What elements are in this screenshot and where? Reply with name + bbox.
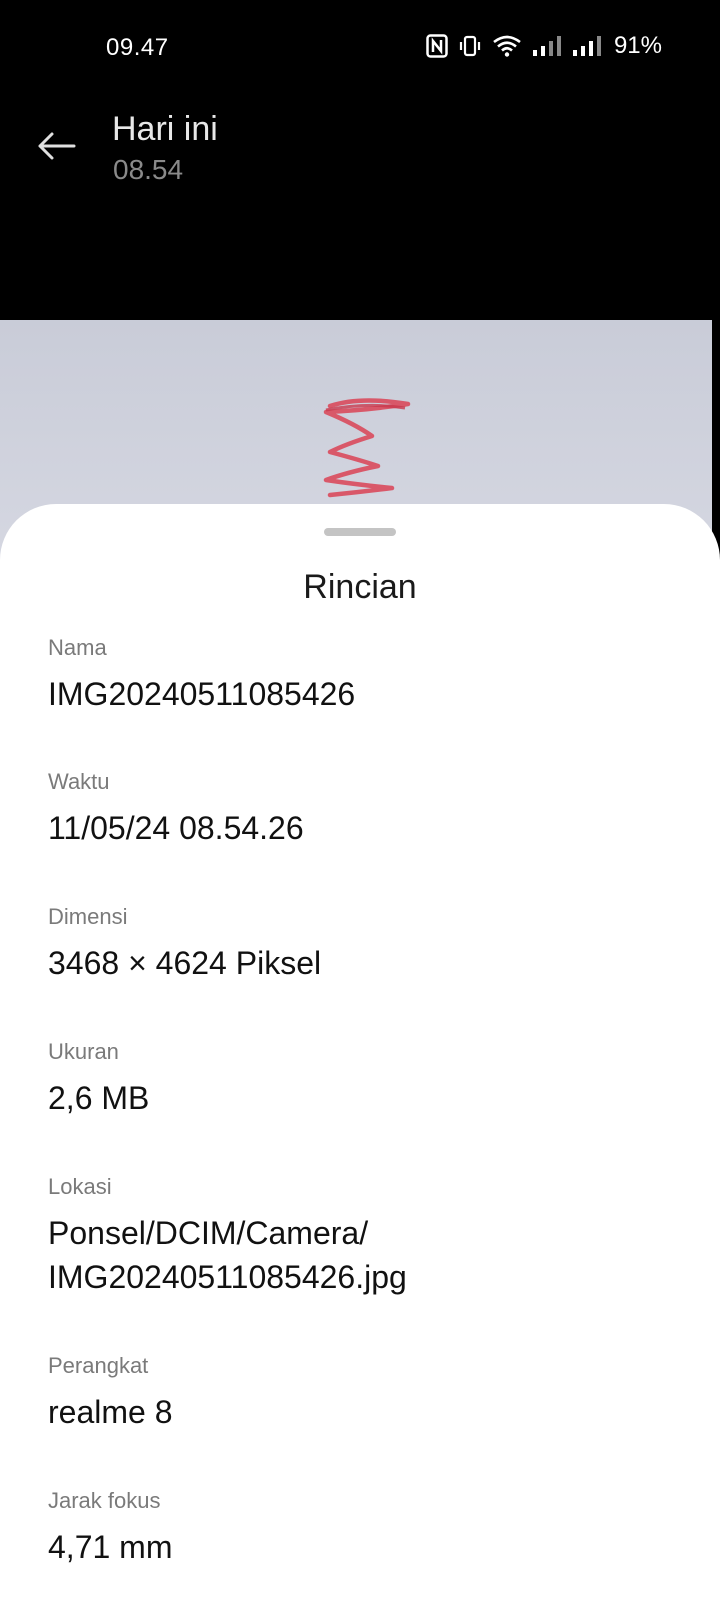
location-line: Ponsel/DCIM/Camera/	[48, 1215, 369, 1251]
battery-level: 91%	[613, 32, 662, 59]
field-location: Lokasi Ponsel/DCIM/Camera/ IMG2024051108…	[48, 1173, 668, 1299]
field-value: 2,6 MB	[48, 1080, 150, 1116]
screen: 09.47 91% Hari ini 08.54 Rincian Nama IM…	[0, 0, 720, 1600]
field-value: realme 8	[48, 1394, 173, 1430]
drag-handle[interactable]	[324, 528, 396, 536]
field-label: Jarak fokus	[48, 1488, 161, 1513]
field-value: IMG20240511085426	[48, 676, 356, 712]
field-value[interactable]: Ponsel/DCIM/Camera/ IMG20240511085426.jp…	[48, 1211, 668, 1299]
field-time: Waktu 11/05/24 08.54.26	[48, 768, 668, 850]
field-label: Dimensi	[48, 904, 128, 929]
nfc-icon	[426, 34, 448, 58]
vibrate-icon	[458, 34, 482, 58]
field-label: Perangkat	[48, 1353, 149, 1378]
field-label: Ukuran	[48, 1039, 119, 1064]
field-focal-length: Jarak fokus 4,71 mm	[48, 1487, 668, 1569]
signal-icon	[532, 34, 562, 58]
sheet-title: Rincian	[303, 568, 417, 606]
field-label: Waktu	[48, 769, 110, 794]
field-name: Nama IMG20240511085426	[48, 634, 668, 716]
status-bar: 09.47 91%	[0, 0, 720, 96]
status-time: 09.47	[106, 34, 169, 61]
field-dimension: Dimensi 3468 × 4624 Piksel	[48, 903, 668, 985]
header: Hari ini 08.54	[0, 96, 720, 320]
arrow-left-icon	[36, 130, 76, 167]
wifi-icon	[492, 34, 522, 58]
field-value: 3468 × 4624 Piksel	[48, 945, 322, 981]
back-button[interactable]	[28, 120, 84, 176]
details-sheet: Rincian Nama IMG20240511085426 Waktu 11/…	[0, 504, 720, 1600]
status-icons: 91%	[426, 32, 662, 60]
field-label: Lokasi	[48, 1174, 112, 1199]
field-value: 11/05/24 08.54.26	[48, 810, 304, 846]
location-line: IMG20240511085426.jpg	[48, 1259, 407, 1295]
field-device: Perangkat realme 8	[48, 1352, 668, 1434]
field-value: 4,71 mm	[48, 1529, 173, 1565]
page-title: Hari ini	[112, 110, 218, 148]
page-subtitle: 08.54	[113, 154, 184, 185]
field-label: Nama	[48, 635, 107, 660]
signal-icon	[572, 34, 602, 58]
field-size: Ukuran 2,6 MB	[48, 1038, 668, 1120]
